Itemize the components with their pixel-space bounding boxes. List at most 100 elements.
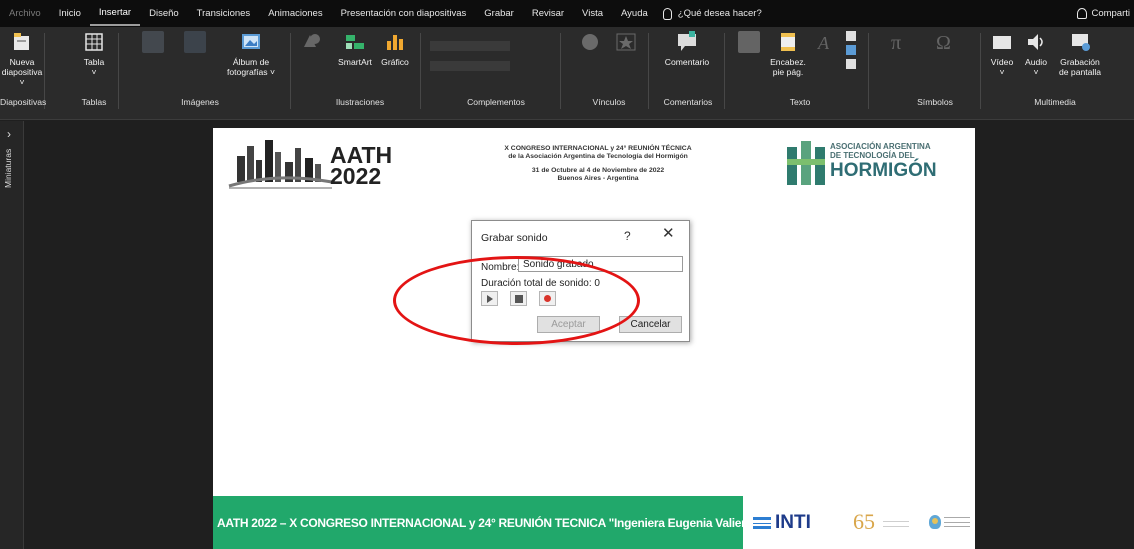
new-slide-button[interactable]: Nueva diapositiva ˅ <box>2 31 42 87</box>
group-separator <box>868 33 869 109</box>
audio-button[interactable]: Audio ˅ <box>1022 31 1050 77</box>
association-line-3: HORMIGÓN <box>830 160 937 181</box>
inti-bars-icon <box>753 517 771 529</box>
aath-association-logo-mark <box>787 141 825 185</box>
tell-me-label: ¿Qué desea hacer? <box>677 8 762 19</box>
ministry-logo <box>929 515 970 529</box>
dialog-title: Grabar sonido <box>481 232 548 244</box>
table-icon <box>83 31 105 53</box>
picture-icon <box>142 31 164 53</box>
symbol-button[interactable]: Ω <box>925 31 965 57</box>
menu-bar: Archivo Inicio Insertar Diseño Transicio… <box>0 0 1134 27</box>
screenshot-button[interactable] <box>178 31 212 57</box>
tab-inicio[interactable]: Inicio <box>50 0 90 27</box>
group-label-vinculos: Vínculos <box>592 97 626 107</box>
text-box-icon <box>738 31 760 53</box>
smartart-button[interactable]: SmartArt <box>333 31 377 67</box>
screen-recording-button[interactable]: Grabación de pantalla <box>1052 31 1108 77</box>
table-button[interactable]: Tabla ˅ <box>80 31 108 77</box>
association-line-1: ASOCIACIÓN ARGENTINA <box>830 142 931 151</box>
header-footer-label-1: Encabez. <box>770 57 806 67</box>
comment-button[interactable]: Comentario <box>656 31 718 67</box>
group-label-comentarios: Comentarios <box>663 97 713 107</box>
group-separator <box>420 33 421 109</box>
group-label-tablas: Tablas <box>81 97 107 107</box>
equation-button[interactable]: π <box>880 31 920 57</box>
tab-presentacion[interactable]: Presentación con diapositivas <box>332 0 476 27</box>
tab-diseno[interactable]: Diseño <box>140 0 188 27</box>
table-label: Tabla <box>83 57 105 67</box>
new-slide-label-1: Nueva <box>9 57 35 67</box>
screen-recording-label-1: Grabación <box>1060 57 1100 67</box>
new-slide-label-2: diapositiva ˅ <box>1 67 43 87</box>
group-label-multimedia: Multimedia <box>1034 97 1076 107</box>
group-separator <box>648 33 649 109</box>
association-line-2: DE TECNOLOGÍA DEL <box>830 151 915 160</box>
group-label-imagenes: Imágenes <box>181 97 219 107</box>
chart-button[interactable]: Gráfico <box>377 31 413 67</box>
thumbnails-pane: › Miniaturas <box>0 121 24 549</box>
video-button[interactable]: Vídeo ˅ <box>988 31 1016 77</box>
photo-album-icon <box>240 31 262 53</box>
tab-animaciones[interactable]: Animaciones <box>259 0 331 27</box>
new-slide-icon <box>11 31 33 53</box>
slide-number-icon <box>846 45 856 55</box>
get-addins-placeholder <box>430 41 510 51</box>
person-icon <box>1077 8 1088 19</box>
text-box-button[interactable] <box>732 31 766 57</box>
omega-icon: Ω <box>934 31 956 53</box>
tab-archivo[interactable]: Archivo <box>0 0 50 27</box>
speaker-icon <box>1025 31 1047 53</box>
ministry-text-lines <box>944 517 970 527</box>
video-icon <box>991 31 1013 53</box>
tell-me-box[interactable]: ¿Qué desea hacer? <box>662 7 762 20</box>
pictures-button[interactable] <box>136 31 170 57</box>
inti-logo: INTI <box>753 512 811 534</box>
get-addins-button[interactable] <box>430 31 520 71</box>
conference-line-1: X CONGRESO INTERNACIONAL y 24° REUNIÓN T… <box>504 145 692 152</box>
chart-label: Gráfico <box>381 57 409 67</box>
object-icon <box>846 59 856 69</box>
tab-ayuda[interactable]: Ayuda <box>612 0 657 27</box>
conference-header: X CONGRESO INTERNACIONAL y 24° REUNIÓN T… <box>468 145 728 183</box>
red-annotation-ellipse <box>393 256 640 345</box>
share-button[interactable]: Comparti <box>1077 0 1130 27</box>
date-time-icon <box>846 31 856 41</box>
expand-chevron-icon[interactable]: › <box>7 127 11 141</box>
object-tools-button[interactable] <box>840 31 862 69</box>
action-button[interactable] <box>612 31 640 57</box>
conference-line-2: de la Asociación Argentina de Tecnología… <box>508 153 688 160</box>
group-separator <box>118 33 119 109</box>
share-label: Comparti <box>1091 8 1130 19</box>
group-separator <box>724 33 725 109</box>
close-button[interactable]: ✕ <box>662 226 675 241</box>
header-footer-button[interactable]: Encabez. pie pág. <box>768 31 808 77</box>
header-footer-icon <box>777 31 799 53</box>
tab-revisar[interactable]: Revisar <box>523 0 573 27</box>
conference-dates: 31 de Octubre al 4 de Noviembre de 2022 <box>531 167 665 174</box>
my-addins-placeholder <box>430 61 510 71</box>
group-separator <box>560 33 561 109</box>
group-label-ilustraciones: Ilustraciones <box>335 97 385 107</box>
comment-icon <box>676 31 698 53</box>
tab-insertar[interactable]: Insertar <box>89 1 141 26</box>
inti-label: INTI <box>775 512 811 533</box>
shapes-button[interactable] <box>298 31 324 57</box>
pi-icon: π <box>889 31 911 53</box>
shapes-icon <box>300 31 322 53</box>
photo-album-label-2: fotografías ˅ <box>226 67 275 77</box>
thumbnails-label[interactable]: Miniaturas <box>3 143 13 193</box>
tab-grabar[interactable]: Grabar <box>475 0 523 27</box>
photo-album-button[interactable]: Álbum de fotografías ˅ <box>220 31 282 77</box>
header-footer-label-2: pie pág. <box>772 67 804 77</box>
tab-transiciones[interactable]: Transiciones <box>188 0 260 27</box>
aath-wordmark-line2: 2022 <box>330 163 382 189</box>
wordart-button[interactable]: A <box>812 31 838 57</box>
sixty-five-subtitle-lines <box>883 521 909 527</box>
group-label-diapositivas: Diapositivas <box>0 97 47 107</box>
help-button[interactable]: ? <box>624 229 631 243</box>
association-name: ASOCIACIÓN ARGENTINA DE TECNOLOGÍA DEL H… <box>830 142 937 181</box>
photo-album-label-1: Álbum de <box>232 57 270 67</box>
tab-vista[interactable]: Vista <box>573 0 612 27</box>
link-button[interactable] <box>575 31 605 57</box>
